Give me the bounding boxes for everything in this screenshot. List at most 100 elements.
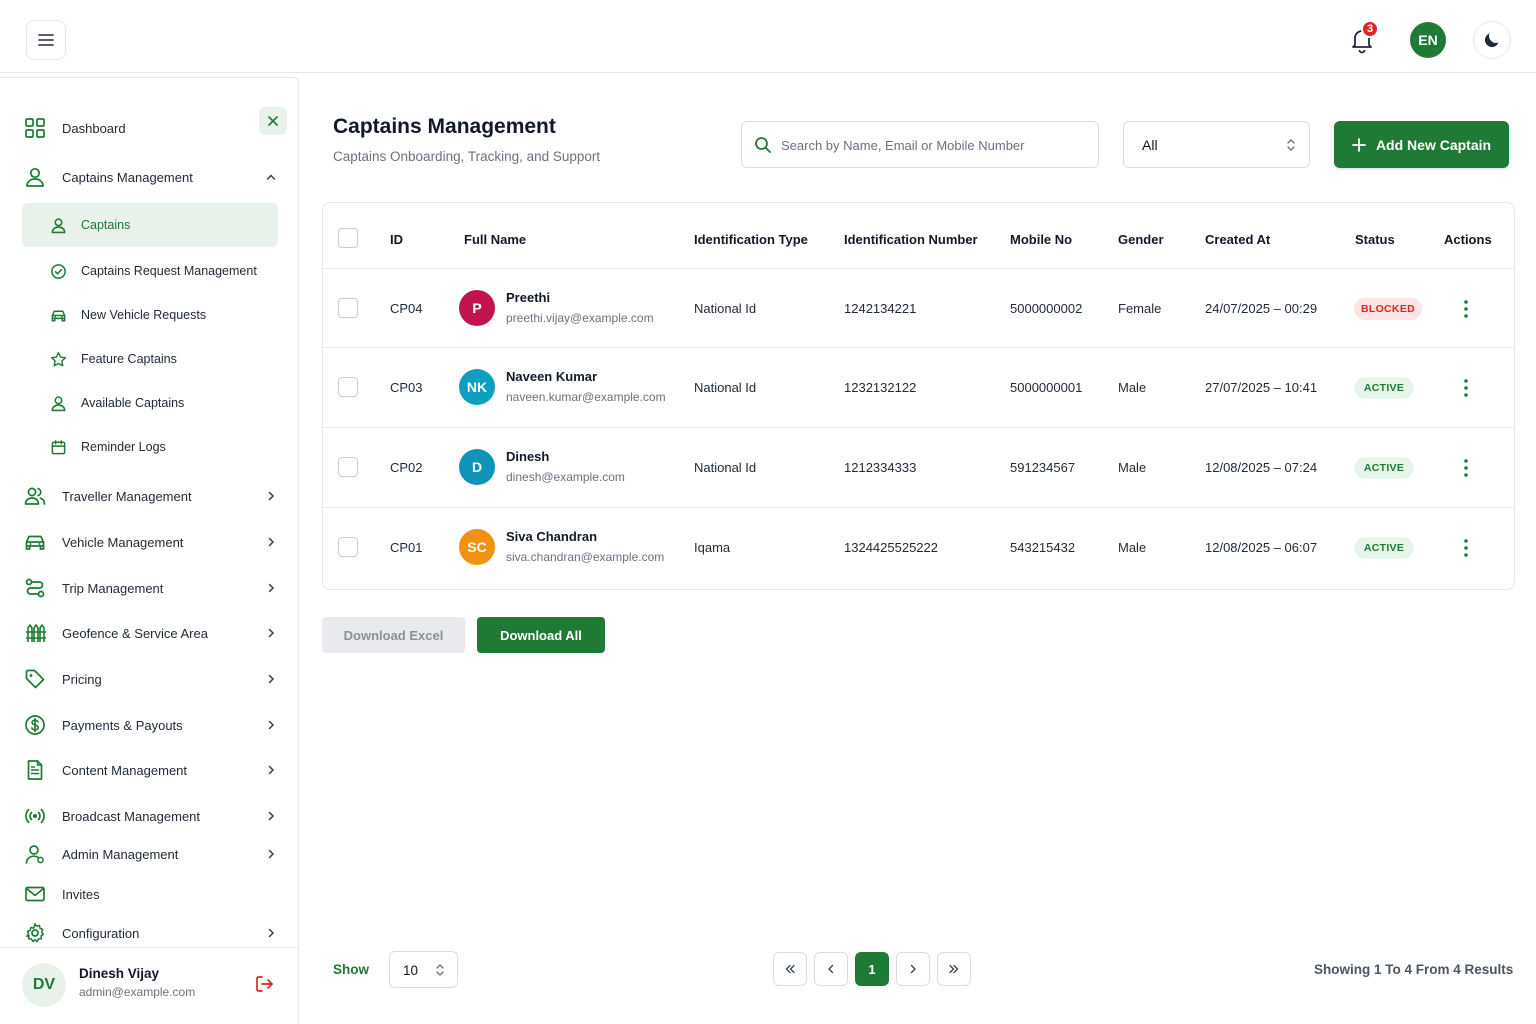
chevron-right-icon [268, 674, 275, 684]
captain-id: CP01 [390, 540, 423, 555]
star-icon [50, 351, 67, 366]
sidebar-subitem-label: Captains Request Management [81, 264, 257, 278]
captain-name: Siva Chandran [506, 529, 598, 544]
sidebar-item-traveller-management[interactable]: Traveller Management [0, 478, 298, 514]
user-icon [26, 167, 44, 187]
language-button[interactable]: EN [1410, 22, 1446, 58]
user-name: Dinesh Vijay [79, 966, 160, 981]
user-email: admin@example.com [79, 985, 196, 999]
first-page-button[interactable] [773, 952, 807, 986]
select-all-checkbox[interactable] [338, 228, 358, 248]
table-row: CP04 P Preethi preethi.vijay@example.com… [323, 268, 1514, 348]
sidebar-item-geofence-service-area[interactable]: Geofence & Service Area [0, 615, 298, 651]
captain-id: CP02 [390, 460, 423, 475]
sidebar-subitem-reminder-logs[interactable]: Reminder Logs [22, 429, 278, 465]
column-header-identification-number: Identification Number [844, 232, 978, 247]
sidebar-subitem-available-captains[interactable]: Available Captains [22, 385, 278, 421]
created-at: 24/07/2025 – 00:29 [1205, 301, 1318, 316]
chevron-right-icon [268, 928, 275, 938]
captains-table: ID Full Name Identification Type Identif… [322, 202, 1515, 590]
avatar: P [459, 290, 495, 326]
sidebar-item-label: Invites [62, 886, 100, 902]
mobile-number: 591234567 [1010, 460, 1076, 475]
sidebar-item-configuration[interactable]: Configuration [0, 915, 298, 951]
chevron-updown-icon [436, 964, 444, 976]
column-header-id: ID [390, 232, 403, 247]
theme-toggle-button[interactable] [1473, 21, 1511, 59]
page-size-select[interactable]: 10 [389, 951, 458, 988]
more-vertical-icon[interactable] [1460, 538, 1472, 558]
more-vertical-icon[interactable] [1460, 458, 1472, 478]
page-button-current[interactable]: 1 [855, 952, 889, 986]
avatar: SC [459, 529, 495, 565]
car-icon [51, 309, 66, 321]
previous-page-button[interactable] [814, 952, 848, 986]
chevron-updown-icon [1287, 139, 1295, 151]
sidebar-item-payments-payouts[interactable]: Payments & Payouts [0, 707, 298, 743]
identification-type: National Id [694, 301, 757, 316]
tag-icon [25, 669, 45, 689]
more-vertical-icon[interactable] [1460, 378, 1472, 398]
sidebar-item-captains-management[interactable]: Captains Management [0, 159, 298, 195]
sidebar-subitem-label: Reminder Logs [81, 440, 166, 454]
avatar: D [459, 449, 495, 485]
calendar-icon [51, 439, 66, 454]
avatar: DV [22, 963, 66, 1007]
status-badge: ACTIVE [1354, 377, 1414, 399]
row-checkbox[interactable] [338, 377, 358, 397]
table-row: CP01 SC Siva Chandran siva.chandran@exam… [323, 507, 1514, 587]
sidebar-item-content-management[interactable]: Content Management [0, 752, 298, 788]
created-at: 27/07/2025 – 10:41 [1205, 380, 1318, 395]
sidebar-item-broadcast-management[interactable]: Broadcast Management [0, 798, 298, 834]
last-page-button[interactable] [937, 952, 971, 986]
row-checkbox[interactable] [338, 537, 358, 557]
admin-icon [25, 845, 44, 864]
column-header-mobile-no: Mobile No [1010, 232, 1073, 247]
status-badge: BLOCKED [1354, 298, 1422, 320]
next-page-button[interactable] [896, 952, 930, 986]
logout-icon[interactable] [254, 974, 274, 994]
sidebar-subitem-captains[interactable]: Captains [22, 203, 278, 247]
identification-number: 1324425525222 [844, 540, 938, 555]
page-title: Captains Management [333, 115, 556, 138]
download-all-button[interactable]: Download All [477, 617, 605, 653]
status-filter-value: All [1142, 137, 1158, 153]
sidebar-item-admin-management[interactable]: Admin Management [0, 836, 298, 872]
avatar: NK [459, 369, 495, 405]
moon-icon [1484, 33, 1499, 48]
sidebar-item-label: Geofence & Service Area [62, 625, 208, 641]
sidebar-item-invites[interactable]: Invites [0, 876, 298, 912]
broadcast-icon [25, 808, 45, 824]
add-new-captain-button[interactable]: Add New Captain [1334, 121, 1509, 168]
identification-number: 1242134221 [844, 301, 917, 316]
chevron-up-icon [266, 174, 276, 180]
menu-toggle-button[interactable] [26, 20, 66, 60]
status-filter-select[interactable]: All [1123, 121, 1310, 168]
search-box [741, 121, 1099, 168]
sidebar-item-pricing[interactable]: Pricing [0, 661, 298, 697]
row-checkbox[interactable] [338, 298, 358, 318]
sidebar-item-trip-management[interactable]: Trip Management [0, 570, 298, 606]
sidebar-subitem-feature-captains[interactable]: Feature Captains [22, 341, 278, 377]
chevron-right-icon [268, 811, 275, 821]
more-vertical-icon[interactable] [1460, 299, 1472, 319]
sidebar-item-vehicle-management[interactable]: Vehicle Management [0, 524, 298, 560]
sidebar-subitem-new-vehicle-requests[interactable]: New Vehicle Requests [22, 297, 278, 333]
chevron-right-icon [268, 720, 275, 730]
chevron-left-icon [828, 964, 834, 974]
column-header-status: Status [1355, 232, 1395, 247]
row-checkbox[interactable] [338, 457, 358, 477]
mobile-number: 5000000002 [1010, 301, 1083, 316]
sidebar-item-label: Pricing [62, 671, 102, 687]
sidebar-subitem-captains-request-management[interactable]: Captains Request Management [22, 253, 278, 289]
gender: Male [1118, 380, 1147, 395]
chevrons-left-icon [785, 964, 795, 974]
sidebar-item-label: Payments & Payouts [62, 717, 183, 733]
download-excel-button[interactable]: Download Excel [322, 617, 465, 653]
gear-icon [26, 923, 45, 943]
status-badge: ACTIVE [1354, 457, 1414, 479]
identification-type: National Id [694, 380, 757, 395]
sidebar-item-dashboard[interactable]: Dashboard [0, 110, 298, 146]
captain-email: preethi.vijay@example.com [506, 311, 654, 325]
search-input[interactable] [781, 132, 1086, 158]
